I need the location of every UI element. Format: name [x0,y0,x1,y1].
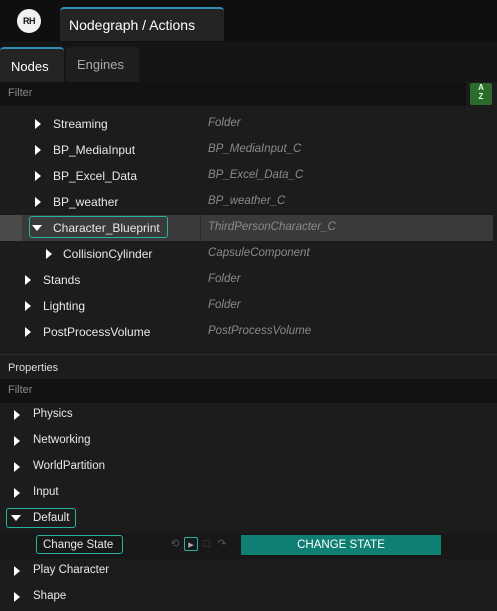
panel-tab-bar: Nodes Engines [0,42,497,82]
tree-row[interactable]: PostProcessVolume PostProcessVolume [0,319,493,345]
node-name: BP_MediaInput [53,143,136,157]
node-tree: Streaming Folder BP_MediaInput BP_MediaI… [0,111,497,351]
tab-nodes-label: Nodes [11,59,49,74]
expand-arrow-icon[interactable] [14,436,20,446]
expand-arrow-icon[interactable] [14,410,20,420]
node-type: BP_Excel_Data_C [208,169,304,181]
node-name: Stands [43,273,81,287]
expand-arrow-icon[interactable] [35,145,41,155]
document-tab-label: Nodegraph / Actions [69,17,196,33]
nodes-filter-placeholder: Filter [8,87,33,99]
reply-arrow-icon[interactable]: ↷ [215,537,229,551]
properties-filter-input[interactable]: Filter [0,379,497,403]
node-type: CapsuleComponent [208,247,310,259]
node-type: Folder [208,299,241,311]
expand-arrow-icon[interactable] [14,566,20,576]
column-divider [200,215,201,241]
category-label: WorldPartition [33,460,106,472]
category-label: Networking [33,434,91,446]
sort-a-z-icon[interactable]: AZ [470,83,492,105]
property-category-shape[interactable]: Shape [0,584,497,610]
category-label: Default [33,512,70,524]
tree-row[interactable]: Lighting Folder [0,293,493,319]
change-state-button[interactable]: CHANGE STATE [241,535,441,555]
property-category-physics[interactable]: Physics [0,402,497,428]
change-state-label[interactable]: Change State [36,535,123,554]
node-type: BP_MediaInput_C [208,143,302,155]
node-name: Lighting [43,299,86,313]
nodes-filter-input[interactable]: Filter [0,82,466,106]
collapse-arrow-icon[interactable] [11,515,21,521]
collapse-arrow-icon[interactable] [32,225,42,231]
tree-row-selected[interactable]: Character_Blueprint ThirdPersonCharacter… [0,215,493,241]
expand-arrow-icon[interactable] [25,301,31,311]
category-label: Input [33,486,59,498]
tree-row[interactable]: BP_MediaInput BP_MediaInput_C [0,137,493,163]
node-type: BP_weather_C [208,195,286,207]
tab-nodes[interactable]: Nodes [0,47,64,82]
node-type: PostProcessVolume [208,325,312,337]
tree-row[interactable]: Stands Folder [0,267,493,293]
tab-engines-label: Engines [77,57,124,72]
square-icon[interactable]: □ [200,537,214,551]
tree-row[interactable]: BP_weather BP_weather_C [0,189,493,215]
panel-splitter[interactable] [0,354,497,355]
category-label: Physics [33,408,73,420]
category-label: Play Character [33,564,110,576]
node-name: PostProcessVolume [43,325,151,339]
node-name: CollisionCylinder [63,247,153,261]
properties-title: Properties [8,362,59,374]
change-state-label-text: Change State [43,539,114,551]
document-tab-nodegraph-actions[interactable]: Nodegraph / Actions [60,7,224,41]
node-name: Character_Blueprint [53,221,160,235]
property-category-play-character[interactable]: Play Character [0,558,497,584]
node-name: BP_weather [53,195,119,209]
tree-row[interactable]: CollisionCylinder CapsuleComponent [0,241,493,267]
expand-arrow-icon[interactable] [14,592,20,602]
tab-engines[interactable]: Engines [66,47,139,82]
browse-icon[interactable]: ▸ [184,537,198,551]
property-category-networking[interactable]: Networking [0,428,497,454]
expand-arrow-icon[interactable] [46,249,52,259]
expand-arrow-icon[interactable] [35,119,41,129]
reset-arrow-icon[interactable]: ⟲ [168,537,182,551]
title-bar: RH Nodegraph / Actions [0,0,497,42]
node-type: Folder [208,273,241,285]
change-state-property-row: Change State ⟲ ▸ □ ↷ CHANGE STATE [0,533,497,559]
property-category-default[interactable]: Default [0,507,497,533]
rh-logo: RH [17,9,41,33]
node-name: BP_Excel_Data [53,169,138,183]
expand-arrow-icon[interactable] [14,462,20,472]
node-name: Streaming [53,117,108,131]
expand-arrow-icon[interactable] [35,197,41,207]
tree-row[interactable]: BP_Excel_Data BP_Excel_Data_C [0,163,493,189]
expand-arrow-icon[interactable] [35,171,41,181]
property-category-worldpartition[interactable]: WorldPartition [0,454,497,480]
expand-arrow-icon[interactable] [14,488,20,498]
property-category-input[interactable]: Input [0,480,497,506]
expand-arrow-icon[interactable] [25,275,31,285]
tree-row[interactable]: Streaming Folder [0,111,493,137]
expand-arrow-icon[interactable] [25,327,31,337]
node-type: ThirdPersonCharacter_C [208,221,336,233]
node-type: Folder [208,117,241,129]
category-label: Shape [33,590,67,602]
properties-filter-placeholder: Filter [8,384,33,396]
